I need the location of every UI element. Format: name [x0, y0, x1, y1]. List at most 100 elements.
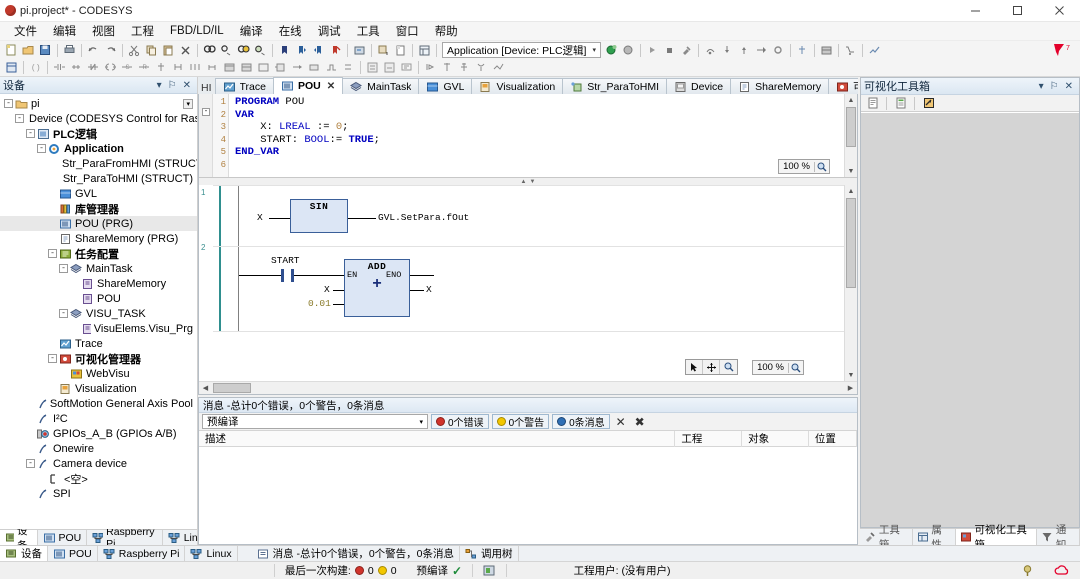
paste-icon[interactable] [160, 42, 177, 58]
msg-col-project[interactable]: 工程 [675, 430, 743, 447]
fbd-vscrollbar[interactable]: ▲ ▼ [844, 185, 857, 381]
tree-toggle-icon[interactable]: - [37, 144, 46, 153]
declaration-zoom-control[interactable]: 100 % [778, 159, 830, 174]
logout-icon[interactable] [620, 42, 637, 58]
fbd-branch-add-icon[interactable] [456, 60, 473, 76]
tree-item-visu-manager[interactable]: - 可视化管理器 [0, 351, 197, 366]
cloud-status-icon-slot[interactable] [1044, 562, 1080, 579]
tree-item-str-parafromhmi[interactable]: Str_ParaFromHMI (STRUCT) [0, 156, 197, 171]
fbd-insert-box-with-en-icon[interactable] [238, 60, 255, 76]
tree-item-pou[interactable]: POU (PRG) [0, 216, 197, 231]
tree-toggle-icon[interactable]: - [4, 99, 13, 108]
fbd-trace-line-icon[interactable] [490, 60, 507, 76]
fbd-insert-contact-icon[interactable] [51, 60, 68, 76]
right-panel-tabs[interactable]: 工具箱属性可视化工具箱通知 [860, 524, 1080, 551]
breakpoint-icon[interactable] [770, 42, 787, 58]
menu-build[interactable]: 编译 [232, 21, 271, 41]
fbd-toggle-comment-icon[interactable]: () [27, 60, 44, 76]
declaration-vscrollbar[interactable]: ▲ ▼ [844, 94, 857, 177]
menu-online[interactable]: 在线 [271, 21, 310, 41]
network1-input-label[interactable]: X [257, 212, 263, 223]
pointer-tool-icon[interactable] [686, 360, 703, 374]
copy-icon[interactable] [143, 42, 160, 58]
tree-item-webvisu[interactable]: WebVisu [0, 366, 197, 381]
messages-list[interactable] [199, 447, 857, 544]
application-combo[interactable]: Application [Device: PLC逻辑] ▾ [442, 42, 601, 58]
fbd-negate-icon[interactable] [306, 60, 323, 76]
network2-input-x-label[interactable]: X [324, 284, 330, 295]
toolbox-body[interactable] [861, 112, 1079, 527]
rtab-visu-toolbox[interactable]: 可视化工具箱 [955, 524, 1038, 551]
tab-pou[interactable]: POU ✕ [272, 77, 344, 94]
scroll-down-arrow-icon[interactable]: ▼ [845, 165, 857, 177]
tab-gvl[interactable]: GVL [418, 78, 473, 94]
menu-fbdldil[interactable]: FBD/LD/IL [162, 23, 232, 39]
minimize-button[interactable] [954, 0, 996, 22]
license-status-icon-slot[interactable] [1011, 562, 1044, 579]
build-icon[interactable] [678, 42, 695, 58]
tree-item-gvl[interactable]: GVL [0, 186, 197, 201]
tab-maintask[interactable]: MainTask [342, 78, 420, 94]
scroll-right-arrow-icon[interactable]: ▶ [844, 382, 857, 394]
close-icon[interactable]: ✕ [183, 80, 191, 91]
menu-help[interactable]: 帮助 [427, 21, 466, 41]
declaration-editor[interactable]: - 123456 PROGRAM POU VAR X: LREAL := 0; S… [199, 94, 857, 178]
find-next-icon[interactable] [235, 42, 252, 58]
step-out-icon[interactable] [736, 42, 753, 58]
tree-item-maintask-sharememory[interactable]: ShareMemory [0, 276, 197, 291]
msg-col-description[interactable]: 描述 [199, 430, 676, 447]
menu-debug[interactable]: 调试 [310, 21, 349, 41]
fbd-insert-contact-parallel-icon[interactable] [68, 60, 85, 76]
fbd-set-reset-icon[interactable] [340, 60, 357, 76]
fbd-insert-label-icon[interactable] [204, 60, 221, 76]
tab-close-icon[interactable]: ✕ [327, 81, 335, 92]
clear-messages-icon[interactable]: ✕ [613, 415, 629, 429]
pin-icon[interactable]: ⚐ [168, 80, 177, 91]
tree-item-visuelems-visu-prg[interactable]: VisuElems.Visu_Prg [0, 321, 197, 336]
find-replace-icon[interactable] [218, 42, 235, 58]
redo-icon[interactable] [102, 42, 119, 58]
bottom-tab-raspberry-pi[interactable]: Raspberry Pi [87, 526, 163, 550]
scroll-up-arrow-icon[interactable]: ▲ [845, 185, 857, 197]
fbd-zoom-control[interactable]: 100 % [752, 360, 804, 375]
bottom-tab-call-tree[interactable]: 调用树 [460, 546, 519, 561]
toolbox-categories-icon[interactable] [892, 95, 909, 111]
bottom-tab-devices-bottom[interactable]: 设备 [0, 546, 48, 561]
scroll-down-arrow-icon[interactable]: ▼ [845, 369, 857, 381]
tree-item-visualization[interactable]: Visualization [0, 381, 197, 396]
bottom-tab-raspberry-pi-bottom[interactable]: Raspberry Pi [98, 546, 186, 561]
maximize-button[interactable] [996, 0, 1038, 22]
network2-add-block[interactable]: ADD + [344, 259, 410, 317]
tree-item-i2c[interactable]: I²C [0, 411, 197, 426]
fbd-hscrollbar[interactable]: ◀ ▶ [199, 381, 857, 394]
zoom-tool-icon[interactable] [720, 360, 737, 374]
visualization-tool-icon[interactable] [416, 42, 433, 58]
scroll-left-arrow-icon[interactable]: ◀ [199, 382, 212, 394]
tree-item-trace[interactable]: Trace [0, 336, 197, 351]
fold-gutter[interactable]: - [199, 94, 213, 177]
tree-toggle-icon[interactable]: - [26, 129, 35, 138]
network2-contact-left-bar[interactable] [281, 269, 284, 282]
delete-icon[interactable] [177, 42, 194, 58]
fbd-insert-negated-contact-icon[interactable] [85, 60, 102, 76]
menu-tools[interactable]: 工具 [349, 21, 388, 41]
tree-item-onewire[interactable]: Onewire [0, 441, 197, 456]
fbd-network-comment-icon[interactable] [398, 60, 415, 76]
errors-pill[interactable]: 0个错误 [431, 414, 489, 429]
fbd-insert-empty-box-icon[interactable] [255, 60, 272, 76]
menu-edit[interactable]: 编辑 [45, 21, 84, 41]
rtab-properties[interactable]: 属性 [913, 524, 956, 551]
next-bookmark-icon[interactable] [293, 42, 310, 58]
save-icon[interactable] [37, 42, 54, 58]
fbd-flow-left-icon[interactable] [422, 60, 439, 76]
fbd-insert-set-coil-icon[interactable]: S [119, 60, 136, 76]
step-over-icon[interactable] [702, 42, 719, 58]
fbd-insert-network-icon[interactable] [3, 60, 20, 76]
close-button[interactable] [1038, 0, 1080, 22]
rtab-toolbox[interactable]: 工具箱 [860, 524, 913, 551]
tree-toggle-icon[interactable]: - [59, 309, 68, 318]
bookmark-icon[interactable] [276, 42, 293, 58]
run-to-cursor-icon[interactable] [753, 42, 770, 58]
bottom-tab-devices[interactable]: 设备 [0, 525, 38, 552]
toolbox-list-icon[interactable] [864, 95, 881, 111]
